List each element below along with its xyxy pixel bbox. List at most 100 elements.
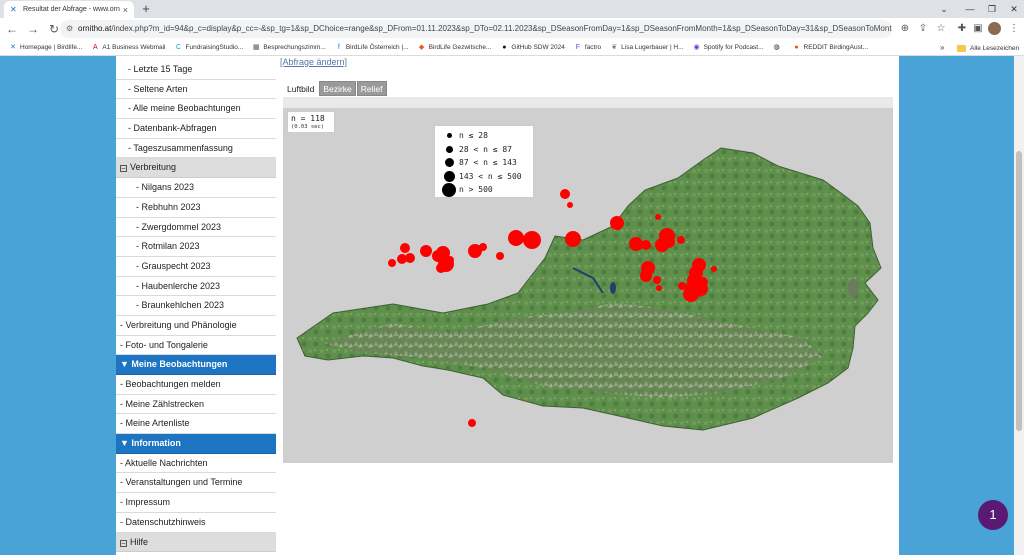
sidebar-item[interactable]: - Impressum — [116, 493, 276, 513]
observation-point[interactable] — [653, 276, 661, 284]
sidebar-section-header[interactable]: ▼ Meine Beobachtungen — [116, 355, 276, 375]
bookmark-item[interactable]: Ffactro — [574, 44, 601, 52]
observation-point[interactable] — [400, 243, 410, 253]
sidebar-item[interactable]: - Verbreitung und Phänologie — [116, 316, 276, 336]
bookmark-item[interactable]: ✕ Homepage | Birdlife... — [9, 44, 82, 52]
sidebar-item[interactable]: - Haubenlerche 2023 — [116, 277, 276, 297]
bookmark-item[interactable]: A A1 Business Webmail — [91, 44, 165, 52]
bookmark-item[interactable]: ▦ Besprechungszimm... — [252, 44, 326, 52]
observation-point[interactable] — [436, 263, 446, 273]
menu-dots-icon[interactable]: ⋮ — [1005, 20, 1023, 38]
bookmark-item[interactable]: ◍ — [773, 44, 784, 52]
profile-avatar[interactable] — [988, 22, 1001, 35]
sidebar-item[interactable]: - Zwergdommel 2023 — [116, 218, 276, 238]
sidebar-item[interactable]: - Grauspecht 2023 — [116, 257, 276, 277]
bookmark-item[interactable]: ❦ Lisa Lugerbauer | H... — [610, 44, 683, 52]
sidebar-section-header[interactable]: ▼ Information — [116, 434, 276, 454]
sidebar-item[interactable]: - Braunkehlchen 2023 — [116, 296, 276, 316]
sidebar-item-label: ▼ Information — [120, 438, 181, 449]
observation-point[interactable] — [629, 237, 643, 251]
sidebar-item[interactable]: - Aktuelle Nachrichten — [116, 454, 276, 474]
bookmark-label: Lisa Lugerbauer | H... — [621, 44, 684, 51]
observation-point[interactable] — [468, 419, 476, 427]
sidebar-item[interactable]: – Hilfe — [116, 532, 276, 553]
sidebar-item-label: - Datenbank-Abfragen — [128, 123, 217, 134]
close-tab-icon[interactable]: × — [123, 5, 128, 15]
share-icon[interactable]: ⇪ — [914, 20, 932, 38]
observation-point[interactable] — [432, 250, 444, 262]
map-legend: n ≤ 28 28 < n ≤ 87 87 < n ≤ 143 143 < n ≤ 5… — [434, 125, 534, 198]
bookmark-item[interactable]: ◆ BirdLife Gezwitsche... — [418, 44, 492, 52]
collapse-icon[interactable]: – — [120, 539, 127, 547]
sidebar-item[interactable]: - Datenschutzhinweis — [116, 513, 276, 533]
sidebar-item[interactable]: - Meine Artenliste — [116, 414, 276, 435]
map-tab[interactable]: Luftbild — [283, 81, 319, 96]
bookmark-star-icon[interactable]: ☆ — [932, 20, 950, 38]
observation-point[interactable] — [508, 230, 524, 246]
sidebar-item[interactable]: - Foto- und Tongalerie — [116, 336, 276, 356]
restore-icon[interactable]: ❐ — [980, 0, 1004, 18]
observation-point[interactable] — [565, 231, 581, 247]
folder-icon — [957, 44, 966, 52]
page-scrollbar[interactable] — [1014, 56, 1024, 555]
forward-icon[interactable]: → — [24, 20, 42, 38]
collapse-icon[interactable]: – — [120, 165, 127, 173]
map-tab[interactable]: Bezirke — [319, 81, 356, 96]
bookmark-item[interactable]: ◉ Spotify for Podcast... — [693, 44, 764, 52]
address-bar[interactable]: ⚙ ornitho.at/index.php?m_id=94&p_c=displ… — [60, 20, 892, 38]
observation-point[interactable] — [640, 270, 652, 282]
count-box: n = 118 (0.03 sec) — [287, 111, 335, 133]
observation-point[interactable] — [677, 236, 685, 244]
window-close-icon[interactable]: ✕ — [1002, 0, 1024, 18]
observation-point[interactable] — [711, 266, 717, 272]
map-tab[interactable]: Relief — [356, 81, 387, 96]
observation-point[interactable] — [420, 245, 432, 257]
sidebar-item[interactable]: – Verbreitung — [116, 158, 276, 179]
observation-point[interactable] — [388, 259, 396, 267]
observation-point[interactable] — [656, 285, 662, 291]
back-icon[interactable]: ← — [3, 20, 21, 38]
sidebar-item[interactable]: - Veranstaltungen und Termine — [116, 473, 276, 494]
bookmark-item[interactable]: ● GitHub SDW 2024 — [500, 44, 565, 52]
bookmarks-overflow-icon[interactable]: » — [940, 40, 944, 56]
new-tab-icon[interactable]: + — [139, 2, 153, 16]
all-bookmarks-folder[interactable]: Alle Lesezeichen — [957, 40, 1019, 56]
minimize-icon[interactable]: — — [958, 0, 982, 18]
observation-point[interactable] — [641, 240, 651, 250]
globe-icon: ◍ — [773, 43, 780, 51]
observation-point[interactable] — [655, 214, 661, 220]
sidebar-item[interactable]: - Rebhuhn 2023 — [116, 198, 276, 218]
sidebar-item[interactable]: - Alle meine Beobachtungen — [116, 99, 276, 120]
observation-point[interactable] — [663, 236, 675, 248]
bookmark-item[interactable]: ● REDDIT BirdingAust... — [793, 44, 868, 52]
observation-point[interactable] — [468, 244, 482, 258]
sidebar-item[interactable]: - Rotmilan 2023 — [116, 237, 276, 257]
observation-point[interactable] — [397, 254, 407, 264]
observation-point[interactable] — [446, 256, 454, 264]
sidebar-item[interactable]: - Beobachtungen melden — [116, 375, 276, 395]
change-query-link[interactable]: [Abfrage ändern] — [280, 57, 347, 67]
observation-point[interactable] — [678, 282, 686, 290]
sidebar-item[interactable]: - Tageszusammenfassung — [116, 139, 276, 159]
site-info-icon[interactable]: ⚙ — [66, 20, 73, 38]
bookmark-item[interactable]: C FundraisingStudio... — [175, 44, 243, 52]
sidebar-item[interactable]: - Nilgans 2023 — [116, 178, 276, 198]
scrollbar-thumb[interactable] — [1016, 151, 1022, 431]
notification-badge-button[interactable]: 1 — [978, 500, 1008, 530]
observation-point[interactable] — [610, 216, 624, 230]
sidebar-item[interactable]: - Datenbank-Abfragen — [116, 119, 276, 139]
browser-tab[interactable]: ✕ Resultat der Abfrage - www.orn × — [4, 1, 134, 18]
sidebar-item[interactable]: - Seltene Arten — [116, 80, 276, 100]
sidebar-item[interactable]: - Letzte 15 Tage — [116, 60, 276, 80]
distribution-map[interactable]: n = 118 (0.03 sec) n ≤ 28 28 < n ≤ 87 87 <… — [283, 97, 893, 463]
side-panel-icon[interactable]: ▣ — [969, 20, 987, 38]
sidebar-item[interactable]: - Meine Zählstrecken — [116, 395, 276, 415]
observation-point[interactable] — [496, 252, 504, 260]
observation-point[interactable] — [523, 231, 541, 249]
observation-point[interactable] — [567, 202, 573, 208]
bookmark-item[interactable]: f BirdLife Österreich |... — [335, 44, 409, 52]
tab-search-icon[interactable]: ⌄ — [932, 0, 956, 18]
zoom-icon[interactable]: ⊕ — [896, 20, 914, 38]
observation-point[interactable] — [698, 277, 708, 287]
observation-point[interactable] — [560, 189, 570, 199]
